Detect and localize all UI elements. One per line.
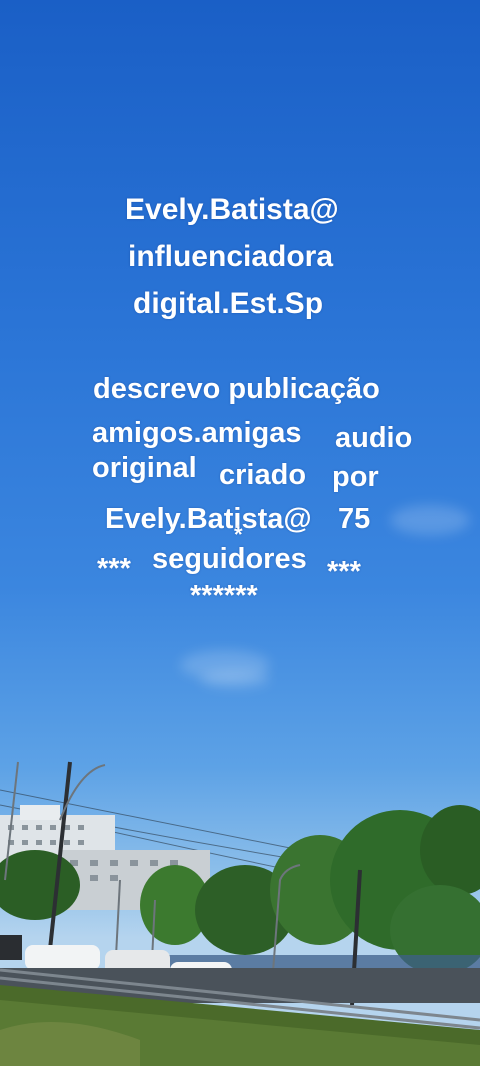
- overlay-line-6c: por: [332, 461, 379, 493]
- overlay-line-6b: criado: [219, 459, 307, 491]
- overlay-line-8b: seguidores: [152, 543, 307, 575]
- overlay-line-8a: ***: [97, 553, 131, 585]
- overlay-line-9: ******: [190, 580, 258, 612]
- overlay-line-3: digital.Est.Sp: [133, 287, 324, 320]
- overlay-line-5b: audio: [335, 422, 413, 454]
- overlay-line-7a: Evely.Batista@: [105, 503, 312, 535]
- overlay-line-8c: ***: [327, 556, 361, 588]
- overlay-line-6a: original: [92, 452, 197, 484]
- overlay-line-5a: amigos.amigas: [92, 417, 302, 449]
- overlay-line-7b: 75: [338, 503, 371, 535]
- overlay-line-4: descrevo publicação: [93, 373, 380, 405]
- overlay-line-2: influenciadora: [128, 240, 334, 273]
- overlay-line-1: Evely.Batista@: [125, 193, 339, 226]
- photo-scene: Evely.Batista@ influenciadora digital.Es…: [0, 0, 480, 1066]
